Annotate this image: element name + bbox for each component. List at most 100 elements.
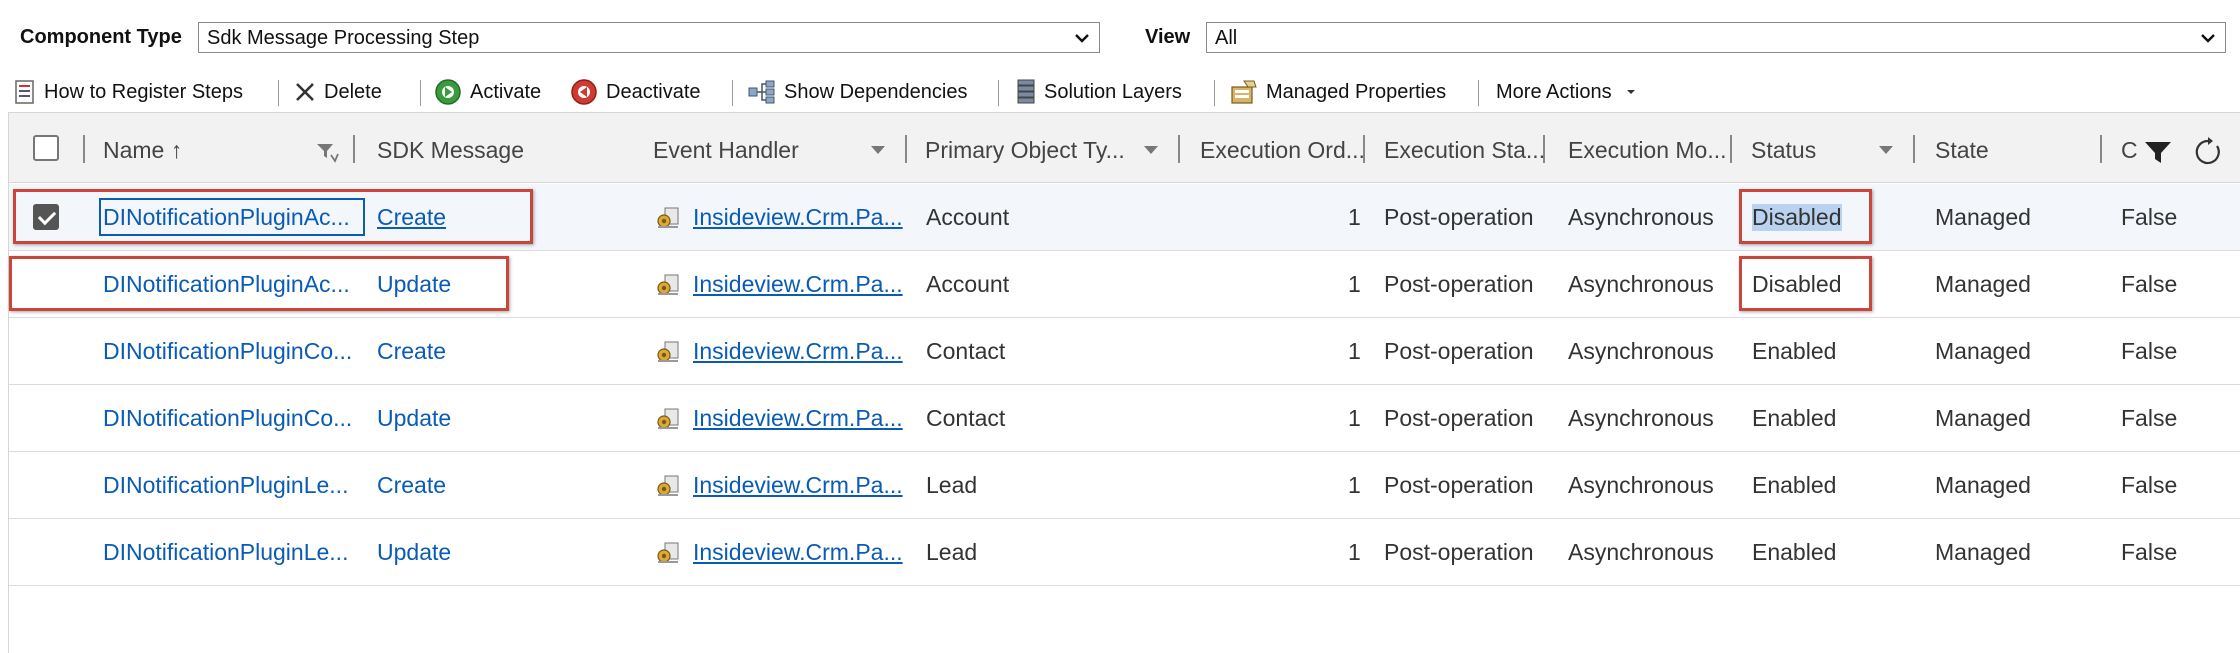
column-header-execution-mode[interactable]: Execution Mo... <box>1568 137 1727 164</box>
cell-status: Enabled <box>1752 338 1837 364</box>
cell-event-handler[interactable]: Insideview.Crm.Pa... <box>693 472 903 499</box>
plugin-assembly-icon <box>657 542 679 563</box>
cell-state: Managed <box>1935 539 2031 565</box>
managed-properties-button[interactable]: Managed Properties <box>1230 76 1446 108</box>
column-header-sdk-message[interactable]: SDK Message <box>377 137 524 164</box>
cell-execution-stage: Post-operation <box>1384 539 1534 565</box>
table-row[interactable]: DINotificationPluginCo... Create Insidevie… <box>9 318 2240 385</box>
cell-execution-mode: Asynchronous <box>1568 539 1714 565</box>
activate-label: Activate <box>470 80 542 103</box>
cell-execution-order: 1 <box>1348 204 1361 230</box>
solution-components-grid: Name ↑ SDK Message Event Handler Primary… <box>8 112 2240 653</box>
chevron-down-icon <box>1075 34 1089 43</box>
cell-state: Managed <box>1935 338 2031 364</box>
column-dropdown-icon[interactable] <box>1144 146 1158 154</box>
cell-customizable: False <box>2121 271 2178 297</box>
plugin-assembly-icon <box>657 207 679 228</box>
cell-event-handler[interactable]: Insideview.Crm.Pa... <box>693 539 903 566</box>
delete-button[interactable]: Delete <box>294 76 382 108</box>
filter-icon[interactable] <box>2143 139 2173 165</box>
activate-button[interactable]: Activate <box>434 76 541 108</box>
cell-sdk-message[interactable]: Update <box>377 539 451 566</box>
cell-primary-object: Lead <box>926 539 978 565</box>
cell-state: Managed <box>1935 472 2031 498</box>
column-dropdown-icon[interactable] <box>1879 146 1893 154</box>
column-header-status[interactable]: Status <box>1751 137 1816 164</box>
cell-sdk-message[interactable]: Create <box>377 472 446 499</box>
show-dependencies-label: Show Dependencies <box>784 80 968 103</box>
how-to-register-button[interactable]: How to Register Steps <box>14 76 243 108</box>
cell-execution-stage: Post-operation <box>1384 204 1534 230</box>
cell-name[interactable]: DINotificationPluginLe... <box>103 539 348 566</box>
plugin-assembly-icon <box>657 274 679 295</box>
filter-bar: Component Type Sdk Message Processing St… <box>0 0 2240 78</box>
column-header-name[interactable]: Name ↑ <box>103 137 182 164</box>
cell-execution-mode: Asynchronous <box>1568 204 1714 230</box>
activate-icon <box>435 79 461 105</box>
cell-customizable: False <box>2121 338 2178 364</box>
cell-name[interactable]: DINotificationPluginLe... <box>103 472 348 499</box>
plugin-assembly-icon <box>657 475 679 496</box>
more-actions-button[interactable]: More Actions <box>1496 76 1638 108</box>
cell-execution-mode: Asynchronous <box>1568 338 1714 364</box>
document-list-icon <box>15 80 34 104</box>
delete-label: Delete <box>324 80 382 103</box>
solution-layers-button[interactable]: Solution Layers <box>1016 76 1182 108</box>
component-type-select[interactable]: Sdk Message Processing Step <box>198 22 1100 53</box>
select-all-checkbox[interactable] <box>33 135 59 161</box>
column-header-customizable[interactable]: C <box>2121 137 2141 164</box>
column-divider <box>1730 135 1732 163</box>
refresh-icon[interactable] <box>2193 137 2223 167</box>
cell-event-handler[interactable]: Insideview.Crm.Pa... <box>693 338 903 365</box>
component-type-label: Component Type <box>20 26 182 48</box>
column-header-execution-order[interactable]: Execution Ord... <box>1200 137 1365 164</box>
cell-primary-object: Contact <box>926 405 1006 431</box>
column-dropdown-icon[interactable] <box>871 146 885 154</box>
cell-state: Managed <box>1935 271 2031 297</box>
solution-layers-label: Solution Layers <box>1044 80 1182 103</box>
layers-icon <box>1017 79 1035 104</box>
cell-status: Enabled <box>1752 472 1837 498</box>
deactivate-button[interactable]: Deactivate <box>570 76 701 108</box>
grid-header: Name ↑ SDK Message Event Handler Primary… <box>9 113 2240 183</box>
cell-customizable: False <box>2121 472 2178 498</box>
cell-execution-order: 1 <box>1348 338 1361 364</box>
dependencies-icon <box>748 80 775 104</box>
cell-event-handler[interactable]: Insideview.Crm.Pa... <box>693 204 903 231</box>
view-label: View <box>1145 26 1191 48</box>
cell-name[interactable]: DINotificationPluginCo... <box>103 405 352 432</box>
cell-primary-object: Contact <box>926 338 1006 364</box>
cell-event-handler[interactable]: Insideview.Crm.Pa... <box>693 271 903 298</box>
column-header-primary-object[interactable]: Primary Object Ty... <box>925 137 1125 164</box>
filter-sort-icon[interactable] <box>315 141 339 163</box>
column-divider <box>353 135 355 163</box>
more-actions-label: More Actions <box>1496 80 1612 103</box>
column-header-execution-stage[interactable]: Execution Sta... <box>1384 137 1545 164</box>
plugin-assembly-icon <box>657 341 679 362</box>
cell-execution-order: 1 <box>1348 472 1361 498</box>
table-row[interactable]: DINotificationPluginCo... Update Insidevie… <box>9 385 2240 452</box>
column-divider <box>1543 135 1545 163</box>
cell-primary-object: Account <box>926 271 1010 297</box>
cell-sdk-message[interactable]: Update <box>377 405 451 432</box>
cell-name[interactable]: DINotificationPluginCo... <box>103 338 352 365</box>
cell-status: Enabled <box>1752 405 1837 431</box>
show-dependencies-button[interactable]: Show Dependencies <box>748 76 967 108</box>
component-type-value: Sdk Message Processing Step <box>207 27 480 49</box>
cell-execution-order: 1 <box>1348 539 1361 565</box>
cell-execution-stage: Post-operation <box>1384 472 1534 498</box>
delete-x-icon <box>296 83 314 101</box>
table-row[interactable]: DINotificationPluginLe... Update Insidevie… <box>9 519 2240 586</box>
command-toolbar: How to Register Steps Delete Activate De… <box>0 72 2240 112</box>
toolbar-divider <box>1478 80 1479 106</box>
cell-execution-stage: Post-operation <box>1384 405 1534 431</box>
cell-primary-object: Lead <box>926 472 978 498</box>
cell-sdk-message[interactable]: Create <box>377 338 446 365</box>
table-row[interactable]: DINotificationPluginLe... Create Insidevie… <box>9 452 2240 519</box>
column-header-event-handler[interactable]: Event Handler <box>653 137 799 164</box>
column-divider <box>905 135 907 163</box>
view-select[interactable]: All <box>1206 22 2226 53</box>
column-header-state[interactable]: State <box>1935 137 1989 164</box>
deactivate-icon <box>571 79 597 105</box>
cell-event-handler[interactable]: Insideview.Crm.Pa... <box>693 405 903 432</box>
